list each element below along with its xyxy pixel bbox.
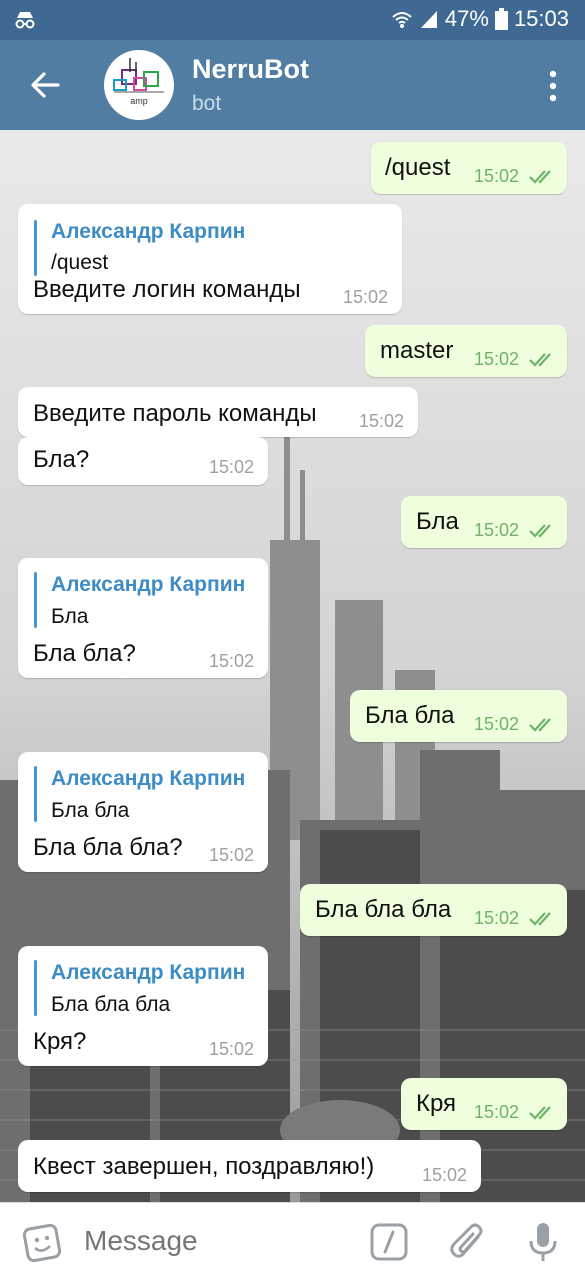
message-time: 15:02 [474, 349, 520, 369]
message-time: 15:02 [422, 1165, 468, 1185]
reply-author[interactable]: Александр Карпин [51, 767, 245, 791]
message-time: 15:02 [209, 1039, 255, 1059]
reply-quote-bar [34, 960, 37, 1016]
sticker-emoji-icon[interactable] [22, 1223, 62, 1263]
bot-commands-icon[interactable] [370, 1223, 408, 1261]
message-time: 15:02 [474, 714, 520, 734]
message-text: Введите логин команды [33, 276, 301, 303]
bot-logo-icon: amp [113, 58, 164, 106]
outgoing-message[interactable]: /quest 15:02 [371, 142, 567, 194]
reply-text[interactable]: /quest [51, 251, 108, 275]
message-time: 15:02 [474, 166, 520, 186]
message-time: 15:02 [474, 908, 520, 928]
chat-title[interactable]: NerruBot [192, 54, 309, 85]
clock: 15:03 [513, 6, 569, 31]
message-text: Бла бла [365, 702, 455, 729]
incoming-message[interactable]: Александр Карпин /quest Введите логин ко… [18, 204, 402, 314]
message-time: 15:02 [209, 651, 255, 671]
incoming-message[interactable]: Введите пароль команды 15:02 [18, 387, 418, 437]
reply-author[interactable]: Александр Карпин [51, 220, 245, 244]
bot-avatar[interactable]: amp [104, 50, 174, 120]
read-checkmarks-icon [529, 912, 551, 926]
read-checkmarks-icon [529, 524, 551, 538]
message-text: Бла бла? [33, 640, 136, 667]
message-time: 15:02 [359, 411, 405, 431]
read-checkmarks-icon [529, 353, 551, 367]
more-options-icon[interactable] [549, 70, 557, 102]
reply-quote-bar [34, 766, 37, 822]
message-text: Бла бла бла? [33, 834, 183, 861]
incognito-icon [15, 12, 35, 29]
outgoing-message[interactable]: master 15:02 [365, 325, 567, 377]
read-checkmarks-icon [529, 718, 551, 732]
reply-quote-bar [34, 220, 37, 276]
message-time: 15:02 [474, 1102, 520, 1122]
message-text: Кря [416, 1090, 457, 1117]
reply-author[interactable]: Александр Карпин [51, 573, 245, 597]
incoming-message[interactable]: Александр Карпин Бла бла Бла бла бла? 15… [18, 752, 268, 872]
battery-percent: 47% [444, 6, 489, 31]
reply-quote-bar [34, 572, 37, 628]
message-text: Кря? [33, 1028, 87, 1055]
reply-author[interactable]: Александр Карпин [51, 961, 245, 985]
incoming-message[interactable]: Александр Карпин Бла Бла бла? 15:02 [18, 558, 268, 678]
message-text: master [380, 337, 454, 364]
signal-icon [420, 11, 437, 28]
reply-text[interactable]: Бла [51, 605, 88, 629]
microphone-icon[interactable] [526, 1221, 560, 1265]
bot-command-link[interactable]: /quest [385, 154, 450, 182]
message-text: Бла [416, 508, 459, 535]
message-time: 15:02 [343, 287, 389, 307]
message-composer [0, 1202, 585, 1281]
read-checkmarks-icon [529, 170, 551, 184]
wifi-icon [392, 12, 412, 28]
reply-text[interactable]: Бла бла [51, 799, 129, 823]
svg-text:amp: amp [130, 96, 148, 106]
message-time: 15:02 [209, 457, 255, 477]
message-text: Бла бла бла [315, 896, 452, 923]
reply-text[interactable]: Бла бла бла [51, 993, 170, 1017]
outgoing-message[interactable]: Бла бла бла 15:02 [300, 884, 567, 936]
message-time: 15:02 [474, 520, 520, 540]
message-time: 15:02 [209, 845, 255, 865]
message-text: Квест завершен, поздравляю!) [33, 1153, 375, 1180]
outgoing-message[interactable]: Кря 15:02 [401, 1078, 567, 1130]
message-text: Бла? [33, 446, 90, 473]
outgoing-message[interactable]: Бла бла 15:02 [350, 690, 567, 742]
attach-paperclip-icon[interactable] [448, 1221, 488, 1265]
message-text: Введите пароль команды [33, 400, 317, 427]
outgoing-message[interactable]: Бла 15:02 [401, 496, 567, 548]
status-bar: 47% 15:03 [0, 0, 585, 40]
read-checkmarks-icon [529, 1106, 551, 1120]
message-list[interactable]: /quest 15:02 Александр Карпин /quest Вве… [0, 130, 585, 1202]
chat-subtitle: bot [192, 92, 222, 115]
incoming-message[interactable]: Бла? 15:02 [18, 437, 268, 485]
message-input[interactable] [84, 1225, 344, 1257]
incoming-message[interactable]: Квест завершен, поздравляю!) 15:02 [18, 1140, 481, 1192]
chat-header: amp NerruBot bot [0, 40, 585, 130]
incoming-message[interactable]: Александр Карпин Бла бла бла Кря? 15:02 [18, 946, 268, 1066]
battery-icon [494, 8, 508, 30]
back-arrow-icon[interactable] [28, 68, 62, 102]
